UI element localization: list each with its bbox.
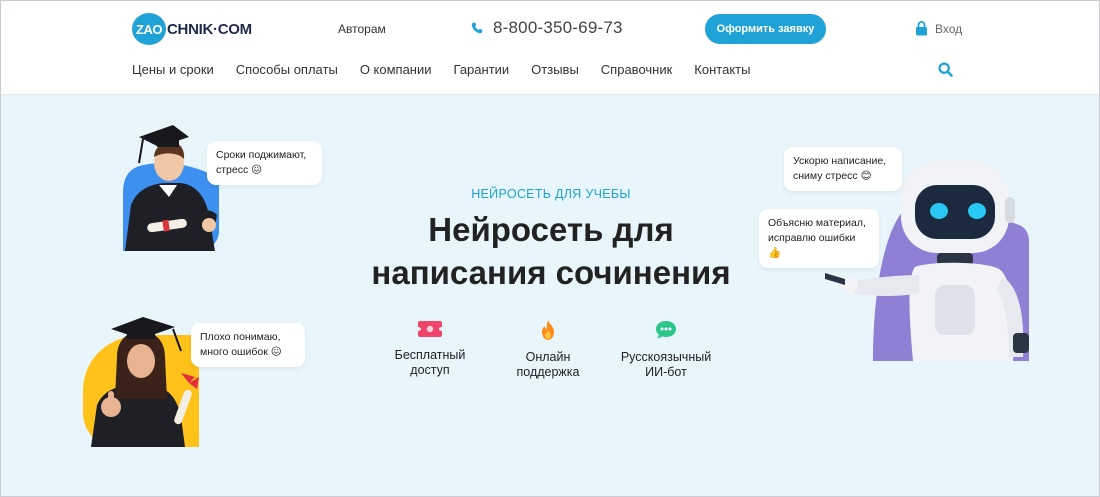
feature-label: доступ [410,363,450,377]
nav-item-payment[interactable]: Способы оплаты [236,62,338,77]
logo-text: CHNIK·COM [167,20,252,38]
speech-bubble-mistakes: Плохо понимаю, много ошибок 😖 [191,323,305,367]
chat-icon [656,321,676,339]
order-request-button[interactable]: Оформить заявку [705,14,826,44]
female-graduate-illustration [83,317,199,447]
bubble-line: Сроки поджимают, [216,149,307,161]
bubble-line: Ускорю написание, [793,155,887,167]
nav-item-contacts[interactable]: Контакты [694,62,750,77]
login-link[interactable]: Вход [915,21,962,36]
speech-bubble-stress: Сроки поджимают, стресс 😖 [207,141,322,185]
feature-label: Русскоязычный [620,350,712,364]
authors-link[interactable]: Авторам [338,22,386,36]
bubble-line: Плохо понимаю, [200,331,281,343]
nav-item-reviews[interactable]: Отзывы [531,62,579,77]
page-frame: ZAO CHNIK·COM Авторам 8-800-350-69-73 Оф… [0,0,1100,497]
login-label: Вход [935,21,963,36]
phone-number: 8-800-350-69-73 [493,18,623,37]
feature-russian-bot: Русскоязычный ИИ-бот [606,319,726,380]
feature-label: ИИ-бот [645,365,687,379]
site-logo[interactable]: ZAO CHNIK·COM [132,13,252,45]
feature-label: Онлайн [525,350,571,364]
feature-online-support: Онлайн поддержка [488,319,608,380]
feature-free-access: Бесплатный доступ [370,319,490,378]
speech-bubble-explain-material: Объясню материал, исправлю ошибки 👍 [759,209,879,268]
phone-block[interactable]: 8-800-350-69-73 [471,18,623,38]
search-icon[interactable] [938,62,953,77]
nav-item-reference[interactable]: Справочник [601,62,673,77]
phone-icon [471,22,483,34]
nav-item-about[interactable]: О компании [360,62,432,77]
nav-item-prices[interactable]: Цены и сроки [132,62,214,77]
speech-bubble-faster-writing: Ускорю написание, сниму стресс 😊 [784,147,902,191]
bubble-line: Объясню материал, [768,217,866,229]
bubble-line: сниму стресс 😊 [793,170,872,182]
flame-icon [542,320,554,340]
feature-label: Бесплатный [394,348,466,362]
bubble-line: исправлю ошибки 👍 [768,232,856,259]
nav-item-guarantees[interactable]: Гарантии [454,62,510,77]
ticket-icon [418,321,442,337]
bubble-line: стресс 😖 [216,164,263,176]
logo-circle: ZAO [132,13,166,45]
bubble-line: много ошибок 😖 [200,346,282,358]
site-header: ZAO CHNIK·COM Авторам 8-800-350-69-73 Оф… [1,1,1099,95]
main-nav: Цены и сроки Способы оплаты О компании Г… [132,62,772,77]
feature-label: поддержка [516,365,580,379]
hero-section: Сроки поджимают, стресс 😖 Плохо понимаю,… [1,95,1099,496]
lock-icon [916,21,927,36]
